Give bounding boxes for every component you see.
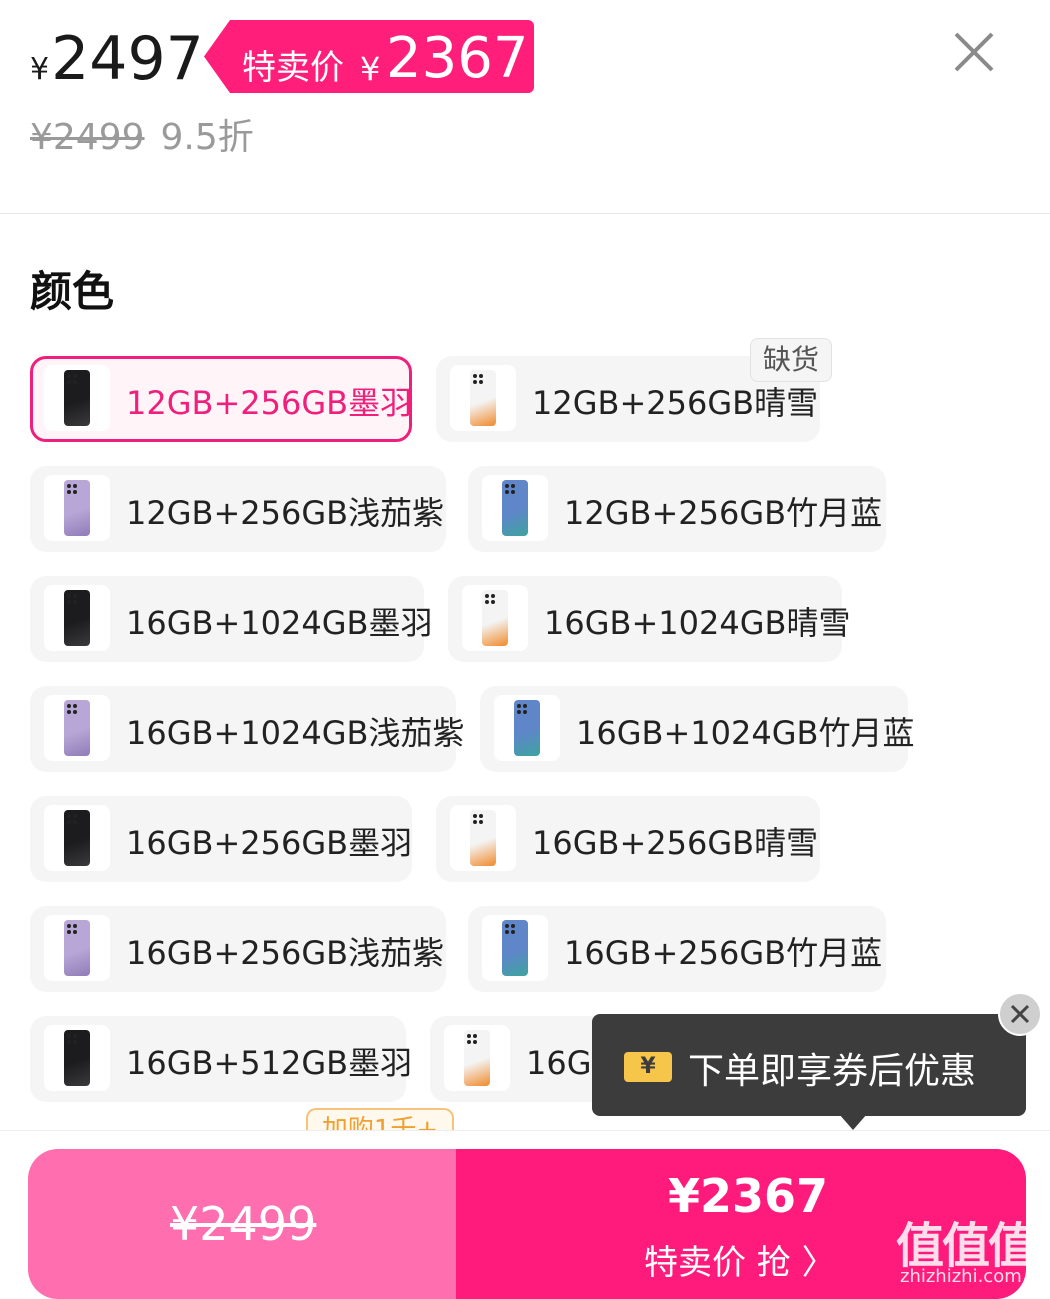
- phone-thumbnail: [44, 365, 110, 431]
- phone-thumbnail: [44, 585, 110, 651]
- close-icon: [954, 32, 994, 72]
- tooltip-close-button[interactable]: [998, 992, 1042, 1036]
- tooltip-arrow: [839, 1114, 867, 1130]
- sku-option[interactable]: 16GB+1024GB晴雪: [448, 576, 850, 662]
- sku-label: 16GB+1024GB墨羽: [126, 604, 433, 642]
- sku-option[interactable]: 16GB+256GB墨羽: [30, 796, 412, 882]
- sku-option[interactable]: 16GB+256GB竹月蓝: [468, 906, 886, 992]
- sku-label: 16GB+256GB竹月蓝: [564, 934, 883, 972]
- sku-option[interactable]: 16GB+1024GB墨羽: [30, 576, 432, 662]
- phone-icon: [464, 1030, 490, 1086]
- sku-label: 16GB+256GB晴雪: [532, 824, 819, 862]
- phone-icon: [502, 920, 528, 976]
- phone-thumbnail: [450, 805, 516, 871]
- original-price-line: ¥2499 9.5折: [30, 108, 254, 160]
- section-title: 颜色: [30, 267, 115, 316]
- phone-thumbnail: [44, 1025, 110, 1091]
- sku-label: 16GB+1024GB浅茄紫: [126, 714, 465, 752]
- sku-label: 16GB+1024GB竹月蓝: [576, 714, 915, 752]
- sku-option[interactable]: 16GB+512GB墨羽: [30, 1016, 412, 1102]
- price-header: ¥2497 特卖价 ¥ 2367 ¥2499 9.5折: [0, 0, 1050, 214]
- special-currency-symbol: ¥: [360, 50, 381, 88]
- phone-icon: [64, 700, 90, 756]
- phone-thumbnail: [462, 585, 528, 651]
- phone-thumbnail: [44, 695, 110, 761]
- phone-thumbnail: [444, 1025, 510, 1091]
- phone-thumbnail: [494, 695, 560, 761]
- phone-icon: [64, 590, 90, 646]
- sku-label: 16GB+256GB浅茄紫: [126, 934, 445, 972]
- current-price-value: 2497: [51, 24, 204, 94]
- phone-icon: [482, 590, 508, 646]
- phone-icon: [470, 370, 496, 426]
- sku-option[interactable]: 16GB+256GB晴雪: [436, 796, 820, 882]
- phone-icon: [514, 700, 540, 756]
- sku-option[interactable]: 12GB+256GB浅茄紫: [30, 466, 446, 552]
- phone-icon: [64, 1030, 90, 1086]
- phone-thumbnail: [44, 475, 110, 541]
- tooltip-text: 下单即享券后优惠: [688, 1051, 977, 1092]
- current-price: ¥2497: [30, 24, 204, 94]
- original-price-buy-button[interactable]: ¥2499: [28, 1149, 468, 1299]
- sku-label: 16GB+256GB墨羽: [126, 824, 413, 862]
- sku-label: 16GB+512GB墨羽: [126, 1044, 413, 1082]
- bottom-action-bar: ¥2499 ¥2367 特卖价 抢 〉: [0, 1130, 1050, 1299]
- phone-thumbnail: [482, 475, 548, 541]
- sku-label: 12GB+256GB竹月蓝: [564, 494, 883, 532]
- original-price: ¥2499: [30, 117, 145, 158]
- sku-label: 12GB+256GB墨羽: [126, 384, 413, 422]
- sku-option[interactable]: 12GB+256GB墨羽: [30, 356, 412, 442]
- sku-option[interactable]: 16GB+1024GB竹月蓝: [480, 686, 914, 772]
- special-price-tag: 特卖价 ¥ 2367: [204, 20, 534, 93]
- phone-thumbnail: [44, 915, 110, 981]
- phone-thumbnail: [44, 805, 110, 871]
- special-price-value: 2367: [386, 26, 529, 91]
- currency-symbol: ¥: [30, 52, 50, 87]
- sku-label: 12GB+256GB浅茄紫: [126, 494, 445, 532]
- divider: [0, 213, 1050, 214]
- phone-icon: [64, 920, 90, 976]
- discount-rate: 9.5折: [160, 117, 254, 158]
- watermark: 值值值 zhizhizhi.com: [896, 1206, 1046, 1290]
- bottom-special-action: 特卖价 抢 〉: [644, 1243, 836, 1283]
- sku-option[interactable]: 16GB+1024GB浅茄紫: [30, 686, 464, 772]
- bottom-original-price: ¥2499: [170, 1197, 317, 1251]
- sku-option[interactable]: 16GB+256GB浅茄紫: [30, 906, 446, 992]
- phone-thumbnail: [482, 915, 548, 981]
- phone-icon: [64, 370, 90, 426]
- phone-icon: [64, 480, 90, 536]
- close-button[interactable]: [944, 22, 1004, 82]
- sku-option[interactable]: 12GB+256GB竹月蓝: [468, 466, 886, 552]
- special-price-label: 特卖价: [242, 48, 344, 88]
- phone-icon: [502, 480, 528, 536]
- bottom-special-price: ¥2367: [668, 1169, 829, 1223]
- sku-label: 16GB+1024GB晴雪: [544, 604, 851, 642]
- watermark-url: zhizhizhi.com: [900, 1266, 1022, 1287]
- phone-thumbnail: [450, 365, 516, 431]
- close-icon: [1010, 1004, 1030, 1024]
- out-of-stock-badge: 缺货: [750, 338, 832, 382]
- sku-label: 12GB+256GB晴雪: [532, 384, 819, 422]
- coupon-tooltip: ¥ 下单即享券后优惠: [592, 1014, 1026, 1130]
- phone-icon: [470, 810, 496, 866]
- coupon-icon: ¥: [624, 1052, 672, 1082]
- phone-icon: [64, 810, 90, 866]
